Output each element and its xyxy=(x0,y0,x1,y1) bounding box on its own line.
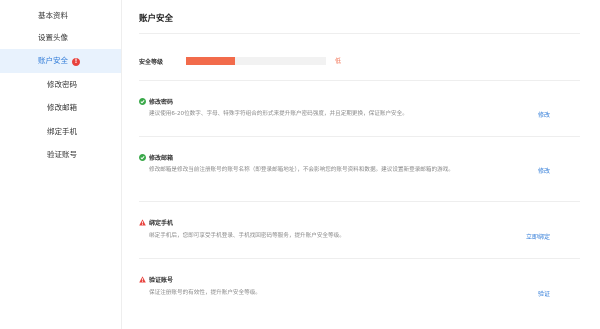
sidebar-item-change-password[interactable]: 修改密码 xyxy=(0,73,121,97)
security-level-value: 低 xyxy=(335,58,342,65)
sidebar-item-bind-phone[interactable]: 绑定手机 xyxy=(0,120,121,144)
sidebar-item-verify-account[interactable]: 验证账号 xyxy=(0,143,121,167)
section-divider xyxy=(139,201,580,202)
section-title-change-email: 修改邮箱 xyxy=(139,153,173,162)
page-title: 账户安全 xyxy=(139,14,174,24)
main-panel: 账户安全 安全等级 低 修改密码 建议使用6-20位数字、字母、特殊字符组合的形… xyxy=(122,0,600,329)
section-desc: 保证注册账号的有效性，提升账户安全等级。 xyxy=(149,290,261,296)
bind-phone-link[interactable]: 立即绑定 xyxy=(526,232,550,241)
section-desc: 建议使用6-20位数字、字母、特殊字符组合的形式来提升账户密码强度，并且定期更换… xyxy=(149,111,408,117)
section-title-text: 验证账号 xyxy=(149,277,174,284)
verify-account-link[interactable]: 验证 xyxy=(538,289,550,298)
sidebar-item-label: 验证账号 xyxy=(47,150,77,159)
sidebar: 基本资料 设置头像 账户安全! 修改密码 修改邮箱 绑定手机 验证账号 xyxy=(0,0,122,329)
change-email-link[interactable]: 修改 xyxy=(538,166,550,175)
sidebar-item-label: 设置头像 xyxy=(38,33,68,42)
sidebar-item-label: 基本资料 xyxy=(38,11,68,20)
section-title-text: 绑定手机 xyxy=(149,220,174,227)
warning-triangle-icon xyxy=(139,276,146,283)
warning-triangle-icon xyxy=(139,219,146,226)
sidebar-item-label: 修改邮箱 xyxy=(47,103,77,112)
section-title-text: 修改密码 xyxy=(149,99,174,106)
change-password-link[interactable]: 修改 xyxy=(538,110,550,119)
security-level-fill xyxy=(186,57,235,65)
section-desc: 修改邮箱是修改当前注册账号的账号名称（即登录邮箱地址），不会影响您的账号资料和数… xyxy=(149,167,454,173)
check-circle-icon xyxy=(139,154,146,161)
sidebar-item-label: 修改密码 xyxy=(47,80,77,89)
sidebar-item-label: 账户安全 xyxy=(38,56,68,65)
section-divider xyxy=(139,258,580,259)
section-title-bind-phone: 绑定手机 xyxy=(139,218,173,227)
section-divider xyxy=(139,136,580,137)
sidebar-item-label: 绑定手机 xyxy=(47,127,77,136)
section-divider xyxy=(139,80,580,81)
check-circle-icon xyxy=(139,98,146,105)
title-divider xyxy=(139,33,580,34)
section-title-verify-account: 验证账号 xyxy=(139,275,173,284)
alert-badge-icon: ! xyxy=(72,58,80,66)
sidebar-item-change-email[interactable]: 修改邮箱 xyxy=(0,96,121,120)
sidebar-item-basic-info[interactable]: 基本资料 xyxy=(0,4,121,28)
section-desc: 绑定手机后，您即可享受手机登录、手机找回密码等服务，提升账户安全等级。 xyxy=(149,233,345,239)
sidebar-item-avatar[interactable]: 设置头像 xyxy=(0,26,121,50)
section-title-text: 修改邮箱 xyxy=(149,155,174,162)
security-level-bar xyxy=(186,57,326,65)
security-level-label: 安全等级 xyxy=(139,59,164,66)
section-title-change-password: 修改密码 xyxy=(139,97,173,106)
sidebar-item-account-security[interactable]: 账户安全! xyxy=(0,49,121,73)
